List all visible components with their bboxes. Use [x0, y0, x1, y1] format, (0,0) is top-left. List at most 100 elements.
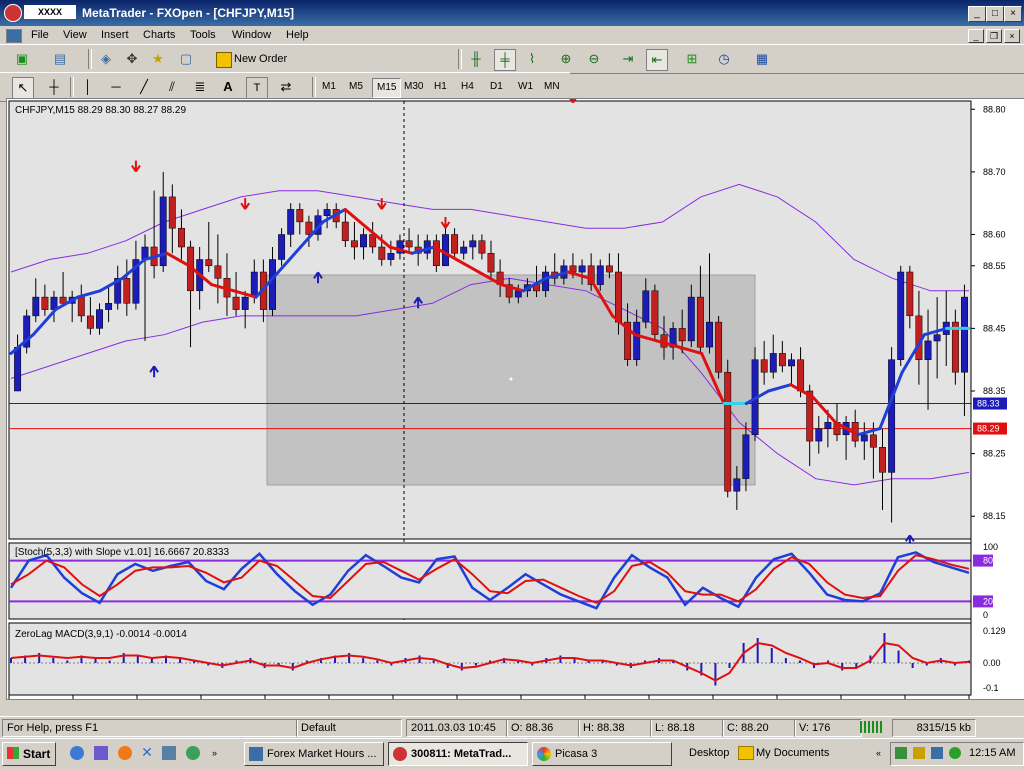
crosshair-icon[interactable]: ┼ [44, 77, 64, 97]
chart-header: CHFJPY,M15 88.29 88.30 88.27 88.29 [15, 105, 186, 116]
task-forex-market-hours[interactable]: Forex Market Hours ... [244, 742, 384, 766]
macd-tick-label: 0.00 [983, 658, 1001, 668]
candle-body [961, 296, 968, 373]
timeframe-w1[interactable]: W1 [514, 78, 537, 96]
trendline-icon[interactable]: ╱ [134, 77, 154, 97]
zoom-out-icon[interactable]: ⊖ [584, 49, 604, 69]
navigator-icon[interactable]: ✥ [122, 49, 142, 69]
candle-body [105, 303, 113, 310]
mdi-window-icon[interactable] [6, 29, 22, 43]
periods-icon[interactable]: ◷ [714, 49, 734, 69]
new-order-button[interactable]: New Order [214, 49, 291, 69]
templates-icon[interactable]: ▦ [752, 49, 772, 69]
candle-body [888, 359, 896, 473]
security-icon[interactable] [913, 747, 925, 759]
line-chart-icon[interactable]: ⌇ [522, 49, 542, 69]
ie-icon[interactable] [70, 746, 84, 760]
price-tick-label: 88.70 [983, 167, 1006, 177]
app-x-icon[interactable]: ✕ [140, 744, 154, 760]
vertical-line-icon[interactable]: │ [78, 77, 98, 97]
timeframe-m5[interactable]: M5 [345, 78, 367, 96]
my-documents-toolbar[interactable]: My Documents [756, 747, 829, 759]
price-tick-label: 88.15 [983, 511, 1006, 521]
text-tool-icon[interactable]: A [218, 77, 238, 97]
candle-body [724, 371, 732, 492]
app-shortcut-icon[interactable] [162, 746, 176, 760]
task-metatrader[interactable]: 300811: MetaTrad... [388, 742, 528, 766]
title-bar[interactable]: XXXX MetaTrader - FXOpen - [CHFJPY,M15] … [0, 0, 1024, 26]
candle-body [460, 246, 468, 254]
firefox-icon[interactable] [118, 746, 132, 760]
desktop-shortcut-icon[interactable] [94, 746, 108, 760]
minimize-button[interactable]: _ [968, 6, 986, 22]
timeframe-h4[interactable]: H4 [457, 78, 478, 96]
help-status: For Help, press F1 [2, 719, 298, 737]
cursor-icon[interactable]: ↖ [12, 77, 34, 99]
timeframe-mn[interactable]: MN [540, 78, 564, 96]
maximize-button[interactable]: □ [986, 6, 1004, 22]
candle-body [350, 240, 358, 248]
price-tick-label: 88.45 [983, 323, 1006, 333]
text-label-icon[interactable]: T [246, 77, 268, 99]
candle-body [860, 434, 868, 442]
mdi-restore-button[interactable]: ❐ [986, 29, 1002, 43]
bar-chart-icon[interactable]: ╫ [466, 49, 486, 69]
horizontal-line-icon[interactable]: ─ [106, 77, 126, 97]
candle-body [933, 334, 941, 342]
volume-status: V: 176 [794, 719, 862, 737]
arrows-icon[interactable]: ⇄ [276, 77, 296, 97]
candle-body [378, 246, 386, 260]
tray-expand-icon[interactable]: « [876, 748, 881, 758]
timeframe-m15[interactable]: M15 [372, 78, 402, 98]
volume-icon[interactable] [931, 747, 943, 759]
candlestick-chart-icon[interactable]: ╪ [494, 49, 516, 71]
timeframe-m1[interactable]: M1 [318, 78, 340, 96]
open-status: O: 88.36 [506, 719, 580, 737]
connection-bars-icon [860, 721, 884, 733]
media-icon[interactable] [186, 746, 200, 760]
equidistant-channel-icon[interactable]: ⫽ [162, 77, 182, 97]
menu-file[interactable]: File [31, 28, 49, 42]
menu-window[interactable]: Window [232, 28, 271, 42]
menu-charts[interactable]: Charts [143, 28, 175, 42]
quick-launch-expand-icon[interactable]: » [212, 748, 217, 758]
new-chart-icon[interactable]: ▣ [12, 49, 32, 69]
window-icon [249, 747, 263, 761]
menu-view[interactable]: View [63, 28, 87, 42]
candle-body [123, 278, 131, 304]
desktop-toolbar[interactable]: Desktop [689, 747, 729, 759]
menu-insert[interactable]: Insert [101, 28, 129, 42]
candle-body [305, 221, 313, 235]
auto-scroll-icon[interactable]: ⇤ [646, 49, 668, 71]
candle-body [478, 240, 486, 254]
clock: 12:15 AM [969, 747, 1016, 759]
menu-help[interactable]: Help [286, 28, 309, 42]
timeframe-m30[interactable]: M30 [400, 78, 427, 96]
fibonacci-icon[interactable]: ≣ [190, 77, 210, 97]
candle-body [323, 209, 331, 216]
zoom-in-icon[interactable]: ⊕ [556, 49, 576, 69]
network-icon[interactable] [895, 747, 907, 759]
blue-price-label: 88.33 [977, 399, 1000, 409]
mdi-close-button[interactable]: × [1004, 29, 1020, 43]
tester-icon[interactable]: ▢ [176, 49, 196, 69]
chart-window[interactable]: CHFJPY,M15 88.29 88.30 88.27 88.29 [Stoc… [6, 91, 1024, 709]
terminal-icon[interactable]: ★ [148, 49, 168, 69]
menu-tools[interactable]: Tools [190, 28, 216, 42]
task-picasa[interactable]: Picasa 3 [532, 742, 672, 766]
candle-body [442, 234, 449, 267]
messenger-icon[interactable] [949, 747, 961, 759]
candle-body [879, 447, 886, 473]
timeframe-h1[interactable]: H1 [430, 78, 451, 96]
indicators-icon[interactable]: ⊞ [682, 49, 702, 69]
candle-body [14, 346, 22, 392]
stochastic-tick-label: 100 [983, 542, 998, 552]
price-chart[interactable]: CHFJPY,M15 88.29 88.30 88.27 88.29 [Stoc… [7, 91, 1024, 709]
chart-shift-icon[interactable]: ⇥ [618, 49, 638, 69]
mdi-minimize-button[interactable]: _ [968, 29, 984, 43]
profiles-icon[interactable]: ▤ [50, 49, 70, 69]
close-button[interactable]: × [1004, 6, 1022, 22]
start-button[interactable]: Start [2, 742, 56, 766]
market-watch-icon[interactable]: ◈ [96, 49, 116, 69]
timeframe-d1[interactable]: D1 [486, 78, 507, 96]
